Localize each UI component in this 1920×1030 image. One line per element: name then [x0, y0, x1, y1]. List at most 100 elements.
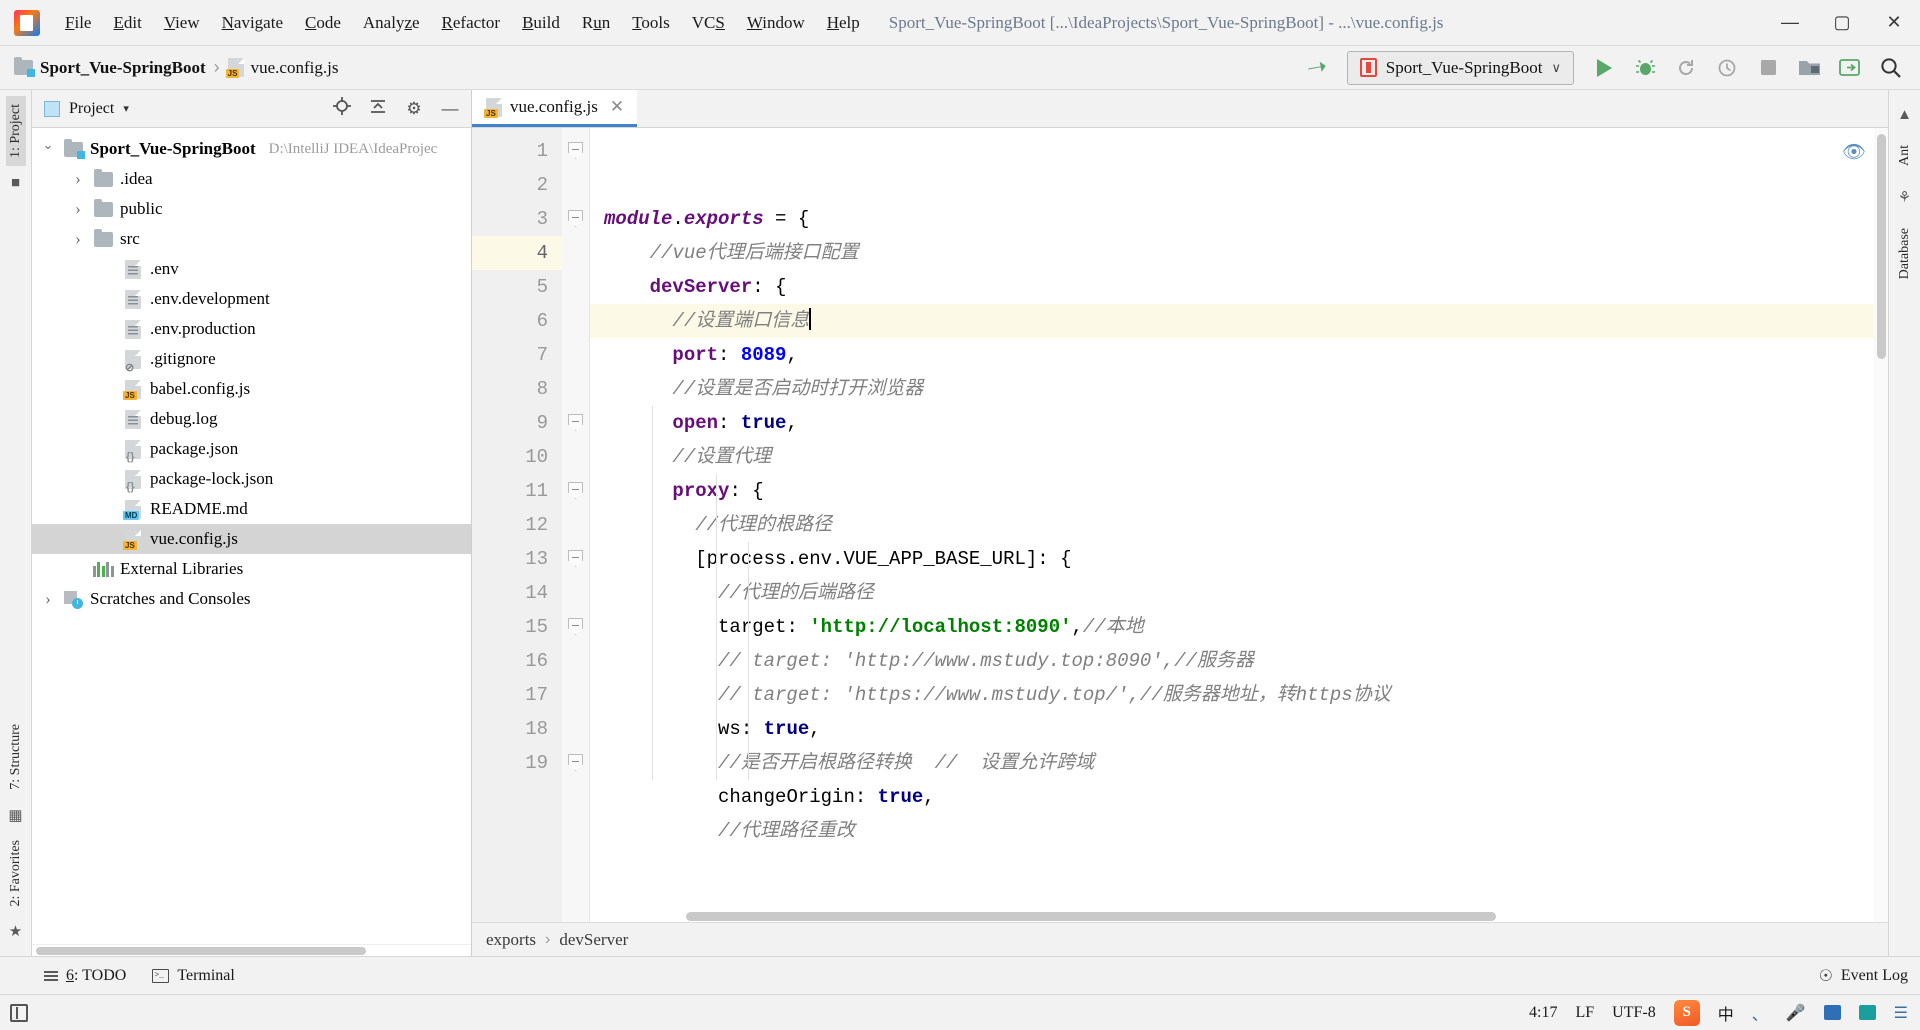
menu-navigate[interactable]: Navigate [211, 9, 294, 37]
open-project-icon[interactable] [1790, 49, 1828, 87]
menu-icon[interactable]: ☰ [1894, 1003, 1908, 1023]
editor-vertical-scrollbar[interactable] [1874, 128, 1888, 922]
settings-gear-icon[interactable]: ⚙ [403, 99, 425, 119]
menu-edit[interactable]: Edit [102, 9, 152, 37]
run-icon[interactable] [1585, 49, 1623, 87]
build-hammer-icon[interactable]: ➝ [1298, 49, 1336, 87]
code-line[interactable]: ws: true, [590, 712, 1888, 746]
tree-item-scratches-and-consoles[interactable]: Scratches and Consoles [32, 584, 471, 614]
code-line[interactable]: // target: 'https://www.mstudy.top/',//服… [590, 678, 1888, 712]
editor-area[interactable]: 1 2 3 4 5 6 7 8 9 10 11 12 13 14 15 16 17 18 19 module.exp… [472, 128, 1888, 922]
ant-build-icon[interactable]: ▲ [1897, 106, 1912, 123]
sidebar-item-project[interactable]: 1: Project [5, 96, 26, 167]
menu-view[interactable]: View [153, 9, 211, 37]
code-content[interactable]: module.exports = { //vue代理后端接口配置 devServ… [590, 128, 1888, 922]
menu-code[interactable]: Code [294, 9, 352, 37]
minimize-button[interactable]: — [1764, 0, 1816, 46]
search-everywhere-icon[interactable] [1872, 49, 1910, 87]
sogou-icon[interactable]: S [1673, 999, 1700, 1026]
menu-build[interactable]: Build [511, 9, 571, 37]
scrollbar-thumb[interactable] [686, 912, 1496, 921]
tree-twisty-icon[interactable] [40, 589, 56, 609]
tree-item-external-libraries[interactable]: External Libraries [32, 554, 471, 584]
hide-panel-icon[interactable]: — [439, 99, 461, 119]
grid-icon[interactable]: ▦ [8, 806, 22, 824]
scrollbar-thumb[interactable] [1877, 134, 1886, 359]
code-fold-icon[interactable] [568, 482, 583, 499]
scrollbar-thumb[interactable] [36, 947, 366, 955]
run-configuration-selector[interactable]: Sport_Vue-SpringBoot ∨ [1346, 50, 1574, 85]
breadcrumb-devserver[interactable]: devServer [559, 930, 628, 950]
editor-horizontal-scrollbar[interactable] [590, 910, 1888, 922]
stop-icon[interactable] [1749, 49, 1787, 87]
tree-item-debug-log[interactable]: debug.log [32, 404, 471, 434]
code-line[interactable]: port: 8089, [590, 338, 1888, 372]
collapse-all-icon[interactable] [367, 96, 389, 121]
tree-twisty-icon[interactable] [70, 199, 86, 219]
project-tree[interactable]: Sport_Vue-SpringBoot D:\IntelliJ IDEA\Ide… [32, 128, 471, 944]
file-encoding[interactable]: UTF-8 [1612, 1004, 1656, 1022]
code-fold-icon[interactable] [568, 754, 583, 771]
tree-item-src[interactable]: src [32, 224, 471, 254]
code-line[interactable]: module.exports = { [590, 202, 1888, 236]
tree-item-env[interactable]: .env [32, 254, 471, 284]
sidebar-item-database[interactable]: Database [1895, 218, 1915, 289]
chevron-down-icon[interactable]: ▾ [123, 102, 129, 115]
menu-analyze[interactable]: Analyze [352, 9, 431, 37]
tree-item-public[interactable]: public [32, 194, 471, 224]
code-fold-icon[interactable] [568, 550, 583, 567]
close-icon[interactable]: ✕ [610, 97, 624, 117]
tree-item-vue-config-js[interactable]: vue.config.js [32, 524, 471, 554]
tab-vue-config-js[interactable]: vue.config.js ✕ [472, 90, 638, 127]
event-log-label[interactable]: Event Log [1841, 967, 1908, 985]
tree-item-gitignore[interactable]: .gitignore [32, 344, 471, 374]
menu-help[interactable]: Help [816, 9, 871, 37]
rerun-icon[interactable] [1667, 49, 1705, 87]
code-line[interactable]: //设置端口信息 [590, 304, 1888, 338]
code-line[interactable]: [process.env.VUE_APP_BASE_URL]: { [590, 542, 1888, 576]
code-line[interactable]: //代理路径重改 [590, 814, 1888, 848]
code-line[interactable]: changeOrigin: true, [590, 780, 1888, 814]
code-line[interactable]: devServer: { [590, 270, 1888, 304]
close-button[interactable]: ✕ [1868, 0, 1920, 46]
code-fold-icon[interactable] [568, 414, 583, 431]
sidebar-item-ant[interactable]: Ant [1895, 135, 1915, 176]
tree-item-package-lock-json[interactable]: package-lock.json [32, 464, 471, 494]
database-icon[interactable]: ⚘ [1898, 188, 1911, 206]
code-line[interactable]: //设置是否启动时打开浏览器 [590, 372, 1888, 406]
inspection-eye-icon[interactable]: 👁 [1842, 136, 1866, 170]
code-line[interactable]: //设置代理 [590, 440, 1888, 474]
nav-crumb-file[interactable]: vue.config.js [225, 58, 338, 78]
caret-position[interactable]: 4:17 [1529, 1004, 1557, 1022]
tree-twisty-icon[interactable] [70, 229, 86, 249]
sidebar-item-favorites[interactable]: 2: Favorites [6, 832, 26, 915]
project-tree-horizontal-scrollbar[interactable] [32, 944, 471, 956]
update-icon[interactable] [1831, 49, 1869, 87]
tool-window-todo[interactable]: 6: TODO [44, 967, 126, 985]
star-icon[interactable]: ★ [9, 922, 22, 940]
tree-twisty-icon[interactable] [40, 141, 56, 157]
code-line[interactable]: target: 'http://localhost:8090',//本地 [590, 610, 1888, 644]
profile-icon[interactable] [1708, 49, 1746, 87]
punctuation-icon[interactable]: 、 [1752, 1001, 1768, 1025]
code-fold-icon[interactable] [568, 210, 583, 227]
debug-icon[interactable] [1626, 49, 1664, 87]
code-line[interactable]: //vue代理后端接口配置 [590, 236, 1888, 270]
sidebar-item-structure[interactable]: 7: Structure [6, 716, 26, 798]
menu-tools[interactable]: Tools [621, 9, 681, 37]
structure-square-icon[interactable]: ■ [11, 174, 20, 191]
tree-item-package-json[interactable]: package.json [32, 434, 471, 464]
menu-refactor[interactable]: Refactor [431, 9, 512, 37]
code-fold-icon[interactable] [568, 618, 583, 635]
menu-file[interactable]: File [54, 9, 102, 37]
toggle-tool-windows-icon[interactable] [10, 1003, 28, 1022]
keyboard-icon[interactable] [1823, 1005, 1841, 1020]
tree-item-sport-vue-springboot[interactable]: Sport_Vue-SpringBoot D:\IntelliJ IDEA\Ide… [32, 134, 471, 164]
menu-run[interactable]: Run [571, 9, 621, 37]
code-line[interactable]: //代理的后端路径 [590, 576, 1888, 610]
mic-icon[interactable]: 🎤 [1786, 1003, 1806, 1023]
breadcrumb-exports[interactable]: exports [486, 930, 536, 950]
nav-crumb-project[interactable]: Sport_Vue-SpringBoot [14, 57, 206, 78]
ime-language-indicator[interactable]: 中 [1718, 1001, 1734, 1025]
tree-item-babel-config-js[interactable]: babel.config.js [32, 374, 471, 404]
